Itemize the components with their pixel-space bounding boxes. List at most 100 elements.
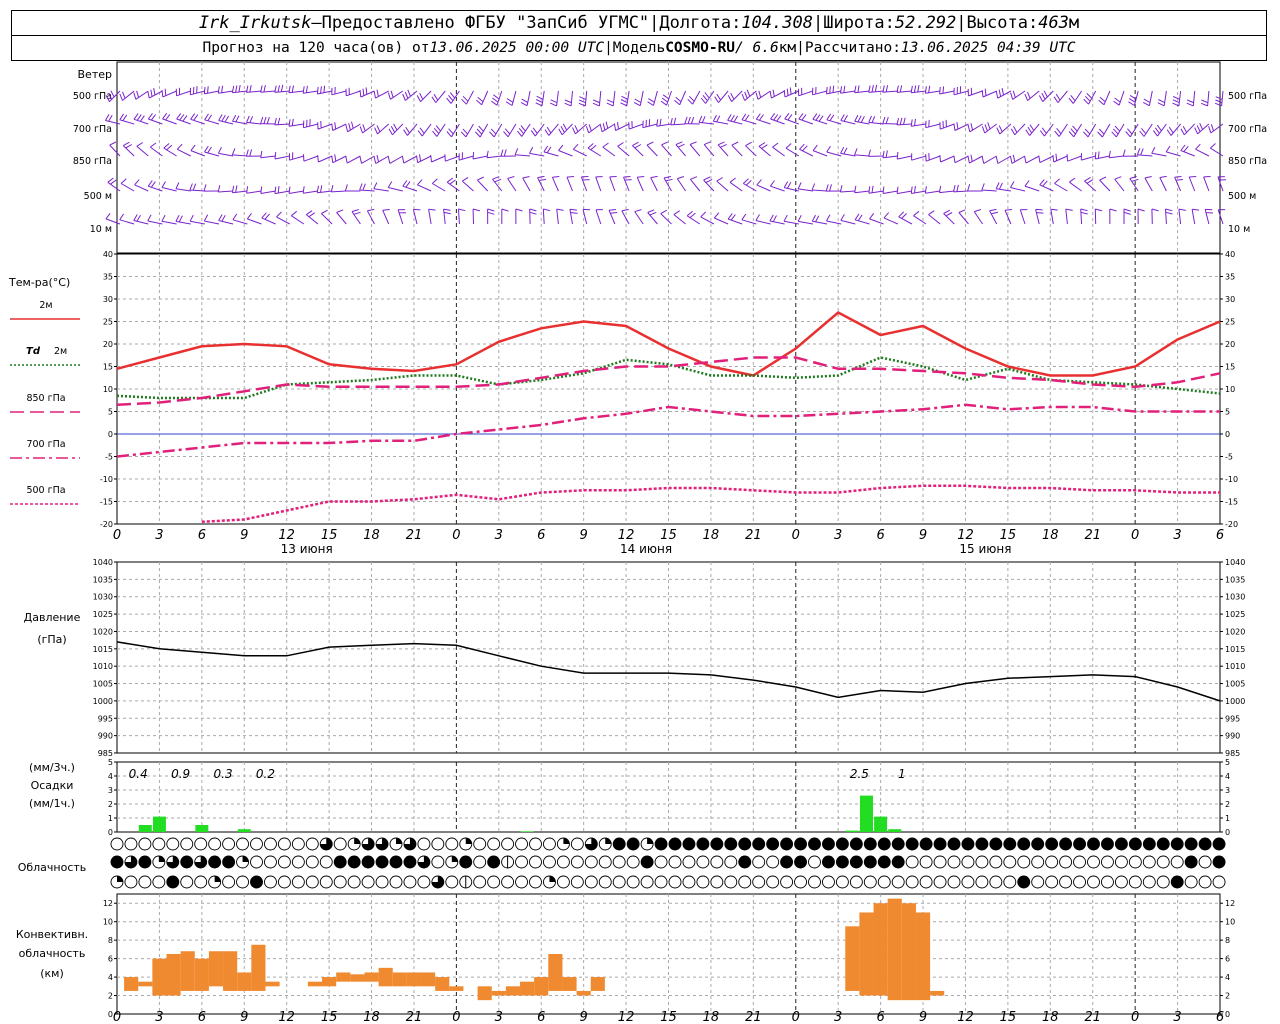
- cloud-cover-symbol: [919, 875, 933, 889]
- wind-barb: [727, 90, 743, 102]
- wind-barb: [595, 209, 604, 225]
- wind-barb: [529, 208, 537, 225]
- wind-barb: [943, 209, 955, 225]
- temperature-tick-label-right: -15: [1225, 498, 1238, 507]
- wind-barb: [133, 214, 149, 225]
- cloud-cover-symbol: [1003, 875, 1017, 889]
- wind-barb: [446, 90, 460, 104]
- pressure-tick-label-left: 985: [98, 749, 113, 758]
- wind-barb: [1024, 155, 1040, 164]
- cloud-cover-symbol: [752, 855, 766, 869]
- wind-barb: [431, 178, 446, 192]
- precipitation-unit-1h: (мм/1ч.): [29, 797, 75, 810]
- cloud-cover-symbol: [696, 875, 710, 889]
- convective-title: Конвективн.: [16, 928, 88, 941]
- precipitation-annotation: 0.4: [129, 767, 148, 781]
- wind-barb: [996, 123, 1012, 135]
- temperature-tick-label-left: 25: [103, 318, 113, 327]
- wind-barb: [883, 212, 899, 225]
- cloud-cover-fill: [878, 856, 891, 868]
- wind-barb: [698, 115, 714, 125]
- wind-barb: [882, 186, 898, 194]
- cloud-cover-symbol: [766, 875, 780, 889]
- wind-barb: [1109, 208, 1117, 225]
- wind-barb: [989, 208, 999, 225]
- wind-barb: [218, 114, 234, 125]
- cloud-cover-symbol: [264, 875, 277, 889]
- wind-barb: [302, 85, 319, 94]
- cloud-cover-fill: [822, 838, 835, 850]
- temperature-hour-label: 3: [834, 528, 842, 543]
- cloud-cover-symbol: [1142, 875, 1156, 889]
- convective-hour-label: 21: [745, 1010, 762, 1024]
- wind-barb: [840, 85, 856, 94]
- cloud-cover-symbol: [598, 875, 612, 889]
- wind-barb: [617, 142, 630, 157]
- temperature-tick-label-right: -20: [1225, 520, 1238, 529]
- wind-barb: [542, 208, 551, 225]
- wind-barb: [713, 212, 729, 225]
- wind-barb: [783, 181, 799, 192]
- cloud-cover-symbol: [1212, 875, 1226, 889]
- cloud-cover-fill: [1101, 838, 1114, 850]
- cloud-cover-fill: [250, 876, 263, 888]
- wind-barb: [812, 86, 828, 96]
- wind-barb: [910, 118, 927, 127]
- wind-level-label-left: 500 м: [84, 191, 112, 202]
- wind-barb: [913, 210, 927, 225]
- precipitation-tick-label-left: 2: [108, 800, 113, 809]
- cloud-cover-symbol: [305, 837, 319, 851]
- cloud-cover-fill: [376, 856, 389, 868]
- wind-barb: [967, 154, 983, 164]
- wind-barb: [1054, 123, 1068, 137]
- wind-barb: [967, 184, 983, 192]
- convective-cloud-bar: [124, 977, 139, 991]
- cloud-cover-symbol: [1045, 855, 1059, 869]
- wind-barb: [924, 85, 941, 94]
- wind-barb: [755, 113, 771, 125]
- wind-barb: [911, 153, 927, 161]
- wind-barb: [162, 113, 177, 125]
- wind-barb: [274, 117, 290, 126]
- cloud-cover-symbol: [1128, 855, 1142, 869]
- cloud-cover-symbol: [152, 875, 166, 889]
- cloud-cover-fill: [647, 838, 654, 844]
- temperature-tick-label-left: 0: [108, 430, 113, 439]
- wind-barb: [133, 113, 149, 125]
- convective-cloud-bar: [562, 977, 577, 991]
- wind-barb: [953, 122, 969, 131]
- cloud-cover-fill: [1073, 838, 1086, 850]
- wind-barb: [203, 86, 220, 95]
- wind-barb: [660, 90, 672, 106]
- cloud-cover-fill: [808, 838, 821, 850]
- convective-hour-label: 15: [660, 1010, 677, 1024]
- wind-barb: [321, 209, 333, 225]
- convective-cloud-bar: [378, 967, 393, 987]
- wind-barb: [1214, 90, 1224, 107]
- cloud-cover-fill: [487, 856, 500, 868]
- wind-barb: [741, 113, 757, 125]
- meteogram-chart: Ветер 500 гПа 500 гПа 700 гПа 700 гПа 850 гПа…: [8, 61, 1267, 1024]
- cloud-cover-symbol: [166, 837, 180, 851]
- convective-hour-label: 15: [1000, 1010, 1017, 1024]
- cloud-cover-symbol: [333, 875, 347, 889]
- wind-barb: [825, 184, 842, 192]
- wind-barb: [756, 179, 771, 192]
- cloud-cover-symbol: [626, 875, 640, 889]
- convective-cloud-bar: [180, 951, 195, 991]
- temperature-tick-label-right: -5: [1225, 453, 1233, 462]
- wind-barb: [1035, 208, 1044, 225]
- pressure-tick-label-left: 1025: [93, 610, 113, 619]
- temperature-tick-label-right: 10: [1225, 385, 1235, 394]
- wind-barb: [1065, 208, 1073, 225]
- wind-barb: [981, 88, 997, 98]
- cloud-cover-symbol: [808, 875, 821, 889]
- convective-cloud-bar: [576, 990, 591, 996]
- wind-barb: [397, 209, 407, 225]
- wind-barb: [1069, 177, 1082, 192]
- wind-barb: [345, 155, 361, 164]
- temperature-hour-label: 18: [703, 528, 720, 543]
- cloud-cover-fill: [906, 838, 919, 850]
- temperature-title: Тем-ра(°С): [8, 276, 70, 289]
- wind-barb: [104, 114, 121, 125]
